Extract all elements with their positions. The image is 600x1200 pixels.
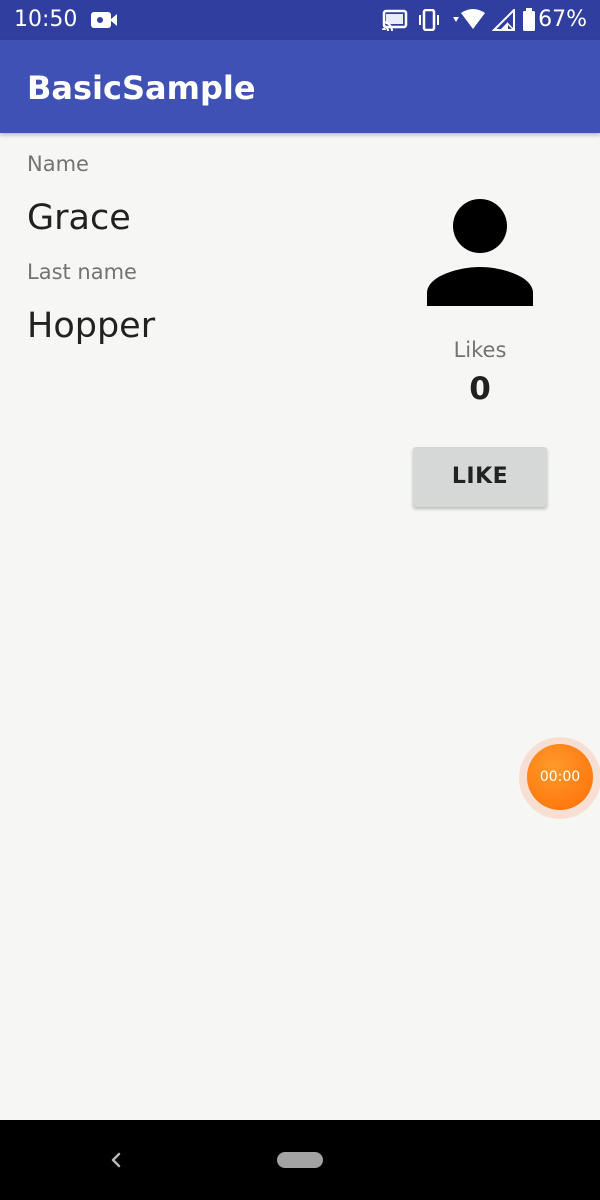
- status-bar: 10:50 67%: [0, 0, 600, 40]
- name-value: Grace: [27, 198, 131, 238]
- cast-icon: [382, 9, 408, 36]
- wifi-icon: [452, 9, 486, 36]
- vibrate-icon: [417, 8, 441, 36]
- person-icon: [424, 198, 536, 308]
- likes-count: 0: [469, 371, 491, 407]
- back-icon[interactable]: [104, 1146, 128, 1174]
- app-title: BasicSample: [27, 69, 256, 107]
- navigation-bar: [0, 1120, 600, 1200]
- like-button[interactable]: LIKE: [413, 447, 547, 507]
- video-camera-icon: [90, 10, 118, 35]
- signal-icon: [491, 7, 516, 36]
- likes-label: Likes: [453, 338, 507, 362]
- name-label: Name: [27, 152, 89, 176]
- last-name-value: Hopper: [27, 306, 156, 346]
- last-name-label: Last name: [27, 260, 137, 284]
- home-pill-icon[interactable]: [277, 1152, 323, 1168]
- battery-percentage: 67%: [538, 7, 587, 32]
- app-bar: BasicSample: [0, 40, 600, 133]
- battery-icon: [522, 8, 536, 37]
- screen-recorder-button[interactable]: 00:00: [527, 744, 593, 810]
- status-time: 10:50: [14, 7, 78, 32]
